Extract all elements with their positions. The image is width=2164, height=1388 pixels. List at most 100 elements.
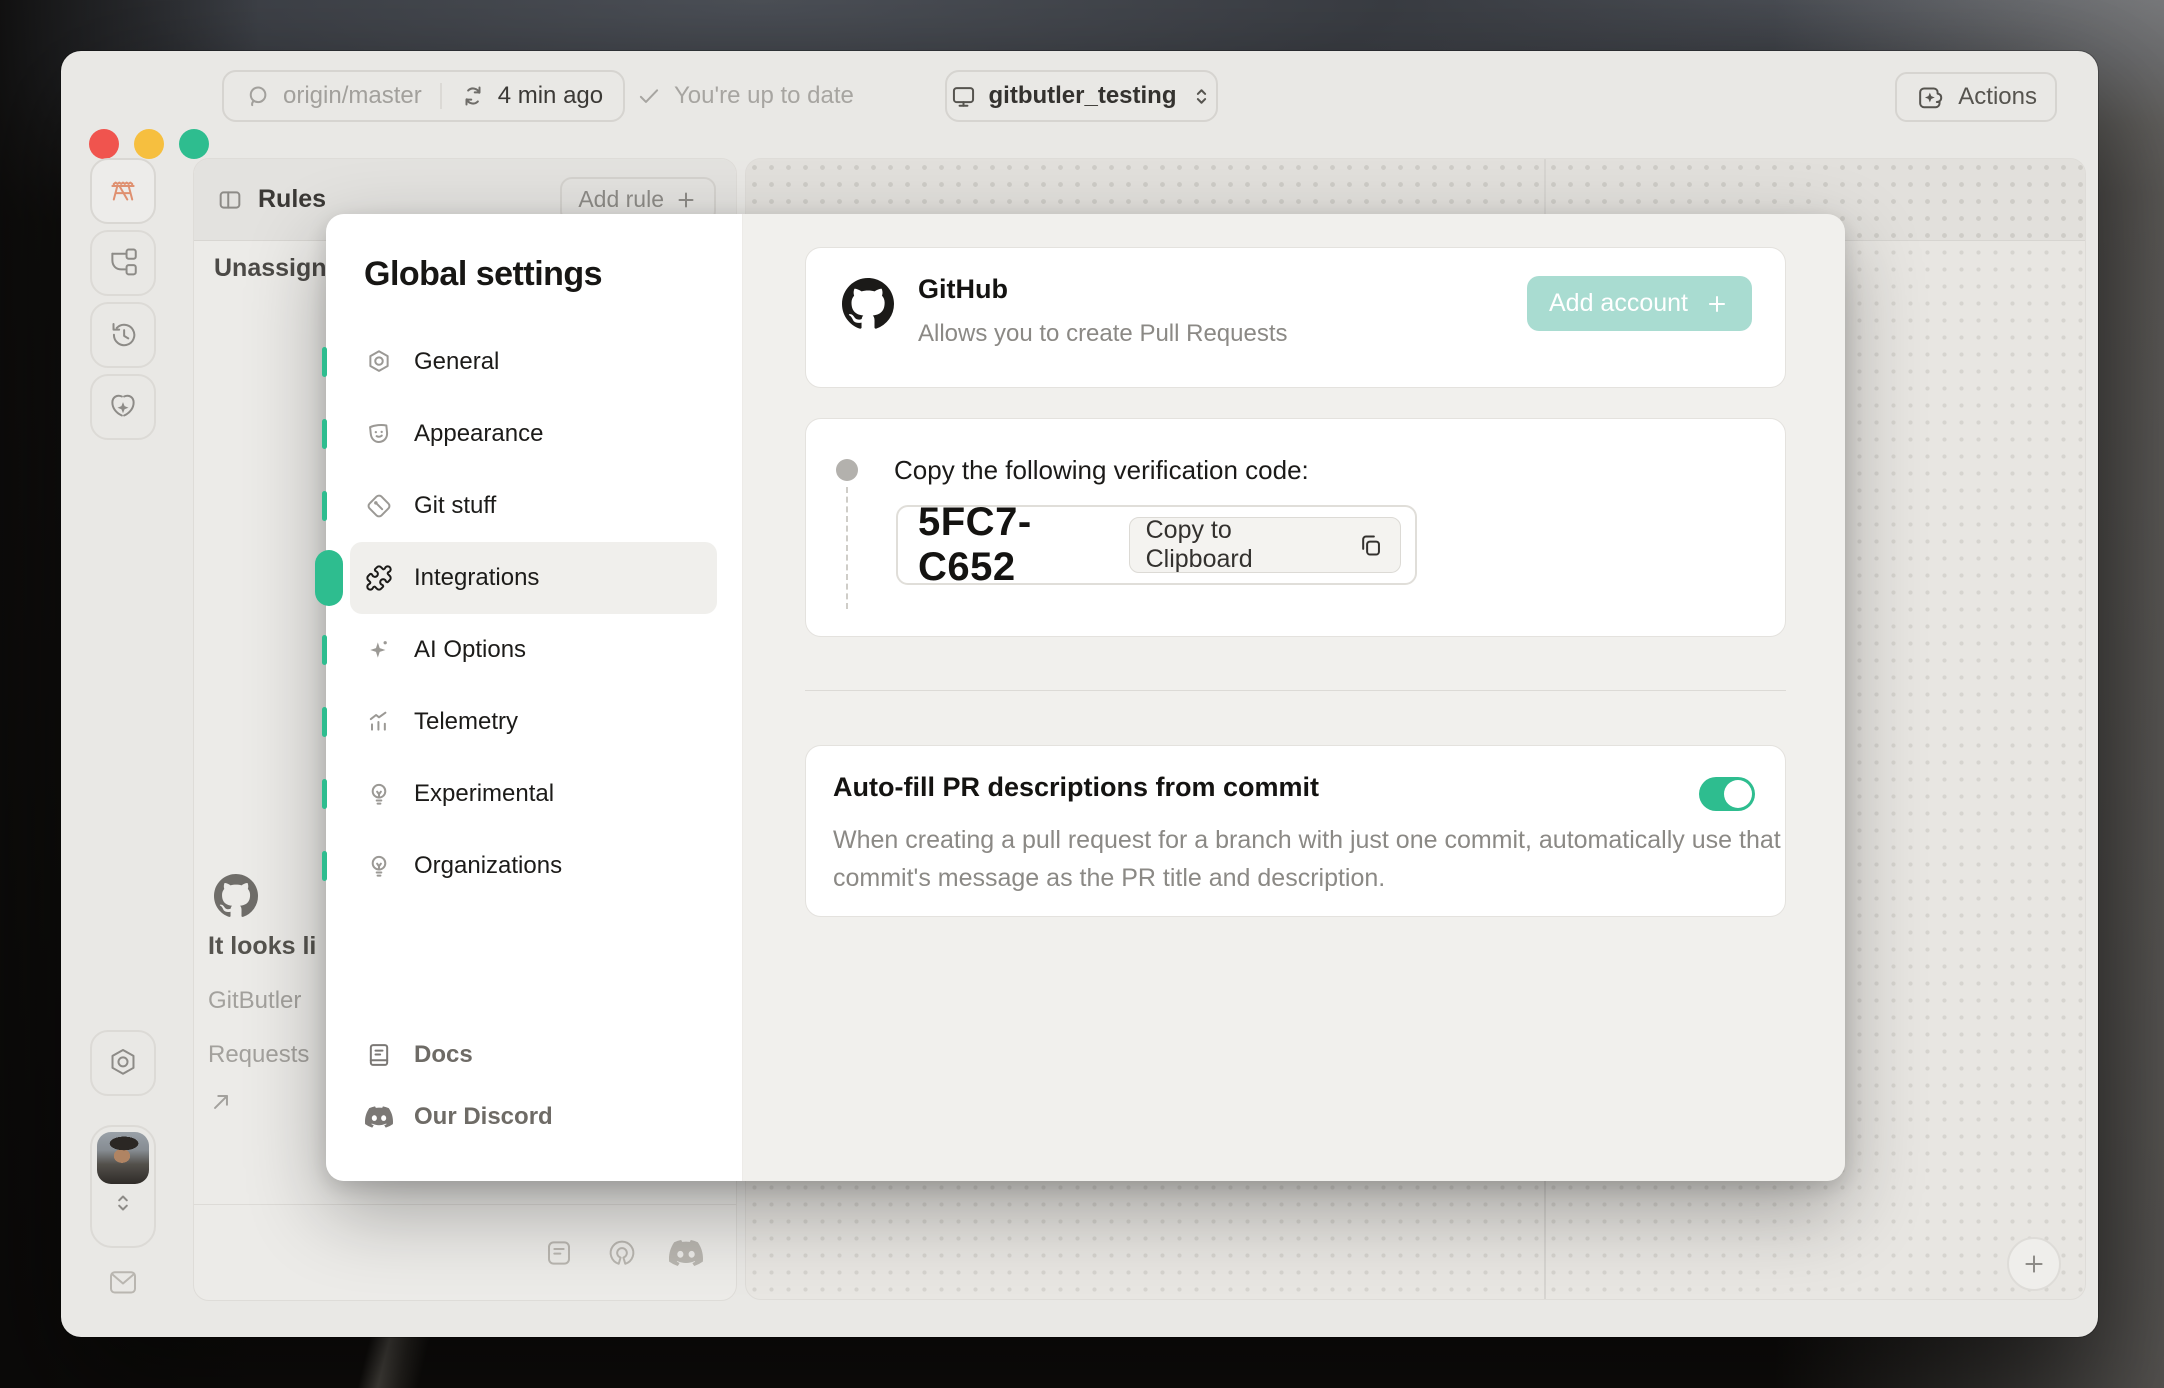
add-rule-label: Add rule (578, 186, 664, 212)
rules-icon (216, 186, 244, 214)
user-menu[interactable] (90, 1125, 156, 1248)
nav-indicator (322, 419, 327, 449)
github-icon (214, 874, 258, 917)
gear-icon (106, 1046, 140, 1080)
plus-icon (2021, 1251, 2047, 1277)
last-fetch-label: 4 min ago (497, 82, 604, 109)
nav-indicator-active (315, 550, 343, 606)
pill-divider (439, 83, 442, 109)
autofill-pr-card: Auto-fill PR descriptions from commit Wh… (805, 745, 1786, 917)
history-clock-icon (106, 318, 140, 352)
gear-icon (365, 348, 393, 376)
open-source-icon[interactable] (605, 1236, 639, 1270)
actions-sparkle-icon (1915, 82, 1946, 113)
check-icon (636, 83, 662, 109)
settings-nav-item-ai-options[interactable]: AI Options (322, 614, 717, 686)
nav-item-label: General (414, 348, 500, 375)
autofill-title: Auto-fill PR descriptions from commit (833, 772, 1320, 802)
rules-title: Rules (258, 185, 327, 213)
copy-button-label: Copy to Clipboard (1145, 516, 1253, 573)
github-icon (842, 278, 894, 329)
minimize-window-button[interactable] (134, 129, 164, 159)
changelog-note-icon[interactable] (543, 1237, 575, 1269)
sync-status: You're up to date (636, 70, 854, 122)
add-account-button[interactable]: Add account (1527, 276, 1752, 331)
nav-item-label: AI Options (414, 636, 527, 663)
github-title: GitHub (918, 274, 1008, 304)
monitor-icon (950, 83, 977, 110)
nav-item-label: Telemetry (414, 708, 519, 735)
settings-nav-item-appearance[interactable]: Appearance (322, 398, 717, 470)
github-integration-card: GitHub Allows you to create Pull Request… (805, 247, 1786, 388)
rail-butler-ai-button[interactable] (90, 374, 156, 440)
toggle-knob (1724, 780, 1752, 808)
chevron-up-down-icon (110, 1190, 136, 1216)
nav-item-label: Experimental (414, 780, 555, 807)
actions-button[interactable]: Actions (1895, 72, 2057, 122)
settings-nav-footer: Docs Our Discord (350, 1024, 717, 1148)
project-name-label: gitbutler_testing (988, 82, 1177, 109)
git-remote-icon (244, 83, 271, 110)
autofill-toggle[interactable] (1699, 777, 1755, 811)
global-settings-modal: Global settings General Appearance Git s… (315, 214, 1845, 1181)
docs-label: Docs (414, 1041, 473, 1068)
close-window-button[interactable] (89, 129, 119, 159)
plus-icon (674, 188, 698, 212)
copy-to-clipboard-button[interactable]: Copy to Clipboard (1128, 516, 1401, 573)
settings-discord-link[interactable]: Our Discord (350, 1086, 717, 1148)
settings-nav-item-organizations[interactable]: Organizations (322, 830, 717, 902)
empty-state-title: It looks li (208, 932, 317, 960)
ai-sparkle-icon (370, 641, 387, 658)
step-dashed-line (846, 487, 848, 609)
nav-item-label: Organizations (414, 852, 563, 879)
settings-nav-item-telemetry[interactable]: Telemetry (322, 686, 717, 758)
sync-icon (460, 83, 486, 109)
actions-button-label: Actions (1958, 83, 2037, 110)
settings-nav-item-general[interactable]: General (322, 326, 717, 398)
add-branch-button[interactable] (2007, 1237, 2061, 1291)
remote-branch-label: origin/master (283, 82, 422, 109)
empty-state-line: Requests (208, 1041, 310, 1068)
nav-indicator (322, 635, 327, 665)
nav-item-label: Git stuff (414, 492, 497, 519)
copy-icon (1357, 532, 1384, 559)
remote-status-pill[interactable]: origin/master 4 min ago (222, 70, 626, 122)
nav-item-label: Integrations (414, 564, 540, 591)
verification-code: 5FC7-C652 (918, 500, 1032, 589)
discord-icon[interactable] (669, 1236, 703, 1270)
settings-content: GitHub Allows you to create Pull Request… (743, 214, 1845, 1181)
rail-feedback-button[interactable] (90, 1249, 156, 1315)
rail-settings-button[interactable] (90, 1030, 156, 1096)
nav-item-label: Appearance (414, 420, 544, 447)
rail-branches-button[interactable] (90, 230, 156, 296)
external-link-icon (208, 1089, 234, 1115)
git-diamond-icon (365, 492, 393, 520)
mail-icon (105, 1264, 141, 1300)
project-switcher[interactable]: gitbutler_testing (945, 70, 1218, 122)
docs-book-icon (365, 1041, 393, 1069)
nav-indicator (322, 779, 327, 809)
step-bullet (836, 459, 858, 481)
rail-history-button[interactable] (90, 302, 156, 368)
nav-indicator (322, 347, 327, 377)
settings-docs-link[interactable]: Docs (350, 1024, 717, 1086)
settings-nav-item-integrations[interactable]: Integrations (315, 542, 717, 614)
butler-ai-icon (106, 390, 140, 424)
settings-nav-item-git-stuff[interactable]: Git stuff (322, 470, 717, 542)
branches-icon (106, 246, 140, 280)
verification-code-box: 5FC7-C652 Copy to Clipboard (896, 500, 1417, 589)
add-account-label: Add account (1549, 289, 1688, 317)
plus-icon (1704, 291, 1730, 317)
settings-title: Global settings (364, 255, 603, 293)
zoom-window-button[interactable] (179, 129, 209, 159)
settings-nav-item-experimental[interactable]: Experimental (322, 758, 717, 830)
chevron-up-down-icon (1189, 84, 1214, 109)
nav-indicator (322, 707, 327, 737)
discord-icon (365, 1106, 393, 1128)
settings-nav: General Appearance Git stuff Integration… (315, 326, 717, 902)
settings-sidebar: Global settings General Appearance Git s… (315, 214, 743, 1181)
discord-label: Our Discord (414, 1103, 553, 1130)
nav-indicator (322, 491, 327, 521)
rail-workbench-button[interactable] (90, 158, 156, 224)
github-subtitle: Allows you to create Pull Requests (918, 320, 1288, 347)
